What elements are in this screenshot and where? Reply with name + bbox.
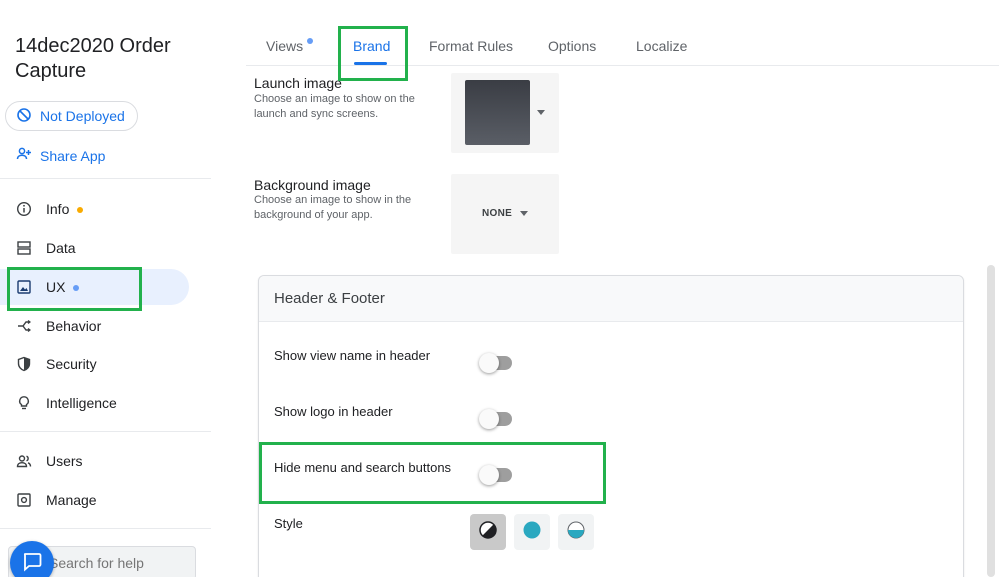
sidebar-item-label: Manage bbox=[46, 492, 97, 508]
tabs-divider bbox=[246, 65, 999, 66]
half-circle-icon bbox=[566, 520, 586, 545]
share-user-icon bbox=[16, 146, 32, 165]
app-title: 14dec2020 Order Capture bbox=[15, 35, 171, 82]
hide-menu-search-label: Hide menu and search buttons bbox=[274, 460, 452, 475]
header-footer-card: Header & Footer bbox=[258, 275, 964, 577]
sidebar-item-security[interactable]: Security bbox=[0, 346, 189, 382]
dropdown-caret-icon bbox=[537, 110, 545, 115]
manage-icon bbox=[16, 492, 32, 508]
tab-label: Views bbox=[266, 38, 304, 54]
share-app-label: Share App bbox=[40, 147, 106, 164]
background-image-value: NONE bbox=[482, 208, 513, 219]
info-icon bbox=[16, 201, 32, 217]
info-indicator-dot bbox=[77, 207, 84, 214]
tab-label: Format Rules bbox=[429, 38, 514, 54]
tab-format-rules[interactable]: Format Rules bbox=[429, 38, 513, 54]
sidebar-item-label: Info bbox=[46, 201, 70, 217]
card-title: Header & Footer bbox=[274, 290, 385, 307]
style-option-contrast[interactable] bbox=[470, 514, 506, 550]
tab-options[interactable]: Options bbox=[548, 38, 596, 54]
filled-circle-icon bbox=[522, 520, 542, 545]
sidebar-item-label: Behavior bbox=[46, 318, 102, 334]
launch-image-thumbnail bbox=[465, 80, 530, 145]
sidebar-item-label: Users bbox=[46, 453, 83, 469]
data-icon bbox=[16, 240, 32, 256]
launch-image-title: Launch image bbox=[254, 75, 342, 91]
tab-bar: Views Brand Format Rules Options Localiz… bbox=[246, 28, 999, 66]
sidebar-item-intelligence[interactable]: Intelligence bbox=[0, 385, 189, 421]
dropdown-caret-icon bbox=[520, 211, 528, 216]
sidebar-item-info[interactable]: Info bbox=[0, 191, 189, 227]
style-option-half[interactable] bbox=[558, 514, 594, 550]
sidebar-item-behavior[interactable]: Behavior bbox=[0, 308, 189, 344]
deploy-status-chip[interactable]: Not Deployed bbox=[5, 101, 138, 131]
deploy-status-label: Not Deployed bbox=[40, 108, 125, 124]
sidebar-divider bbox=[0, 178, 211, 179]
share-app-link[interactable]: Share App bbox=[16, 146, 105, 165]
ux-icon bbox=[16, 279, 32, 295]
contrast-icon bbox=[478, 520, 498, 545]
views-indicator-dot bbox=[307, 38, 314, 44]
show-view-name-label: Show view name in header bbox=[274, 348, 431, 363]
tab-brand[interactable]: Brand bbox=[353, 38, 390, 54]
sidebar: 14dec2020 Order Capture Not Deployed Sha… bbox=[0, 0, 212, 577]
hide-menu-search-toggle[interactable] bbox=[479, 465, 514, 485]
show-logo-toggle[interactable] bbox=[479, 409, 514, 429]
card-header: Header & Footer bbox=[259, 276, 963, 322]
sidebar-item-label: Intelligence bbox=[46, 395, 117, 411]
tab-views[interactable]: Views bbox=[266, 38, 314, 54]
sidebar-item-label: UX bbox=[46, 279, 66, 295]
launch-image-description: Choose an image to show on the launch an… bbox=[254, 93, 415, 120]
launch-image-picker[interactable] bbox=[451, 73, 559, 153]
users-icon bbox=[16, 453, 32, 469]
style-option-filled[interactable] bbox=[514, 514, 550, 550]
background-image-title: Background image bbox=[254, 177, 371, 193]
tab-label: Brand bbox=[353, 38, 391, 54]
show-view-name-toggle[interactable] bbox=[479, 353, 514, 373]
chat-bubble-icon bbox=[21, 550, 43, 577]
toggle-thumb bbox=[479, 465, 499, 485]
show-logo-label: Show logo in header bbox=[274, 404, 393, 419]
behavior-icon bbox=[16, 318, 32, 334]
tab-label: Localize bbox=[636, 38, 688, 54]
sidebar-item-users[interactable]: Users bbox=[0, 443, 189, 479]
not-deployed-icon bbox=[16, 107, 32, 126]
ux-indicator-dot bbox=[73, 285, 80, 292]
tab-localize[interactable]: Localize bbox=[636, 38, 687, 54]
shield-icon bbox=[16, 356, 32, 372]
toggle-thumb bbox=[479, 353, 499, 373]
content-scrollbar[interactable] bbox=[987, 265, 995, 577]
background-image-picker[interactable]: NONE bbox=[451, 174, 559, 254]
sidebar-item-manage[interactable]: Manage bbox=[0, 482, 189, 518]
style-label: Style bbox=[274, 516, 303, 531]
sidebar-item-label: Data bbox=[46, 240, 76, 256]
tab-label: Options bbox=[548, 38, 597, 54]
sidebar-divider bbox=[0, 528, 211, 529]
background-image-description: Choose an image to show in the backgroun… bbox=[254, 194, 412, 221]
toggle-thumb bbox=[479, 409, 499, 429]
sidebar-item-ux[interactable]: UX bbox=[0, 269, 189, 305]
chat-help-button[interactable] bbox=[10, 541, 54, 577]
sidebar-divider bbox=[0, 431, 211, 432]
sidebar-item-label: Security bbox=[46, 356, 97, 372]
sidebar-item-data[interactable]: Data bbox=[0, 230, 189, 266]
lightbulb-icon bbox=[16, 395, 32, 411]
